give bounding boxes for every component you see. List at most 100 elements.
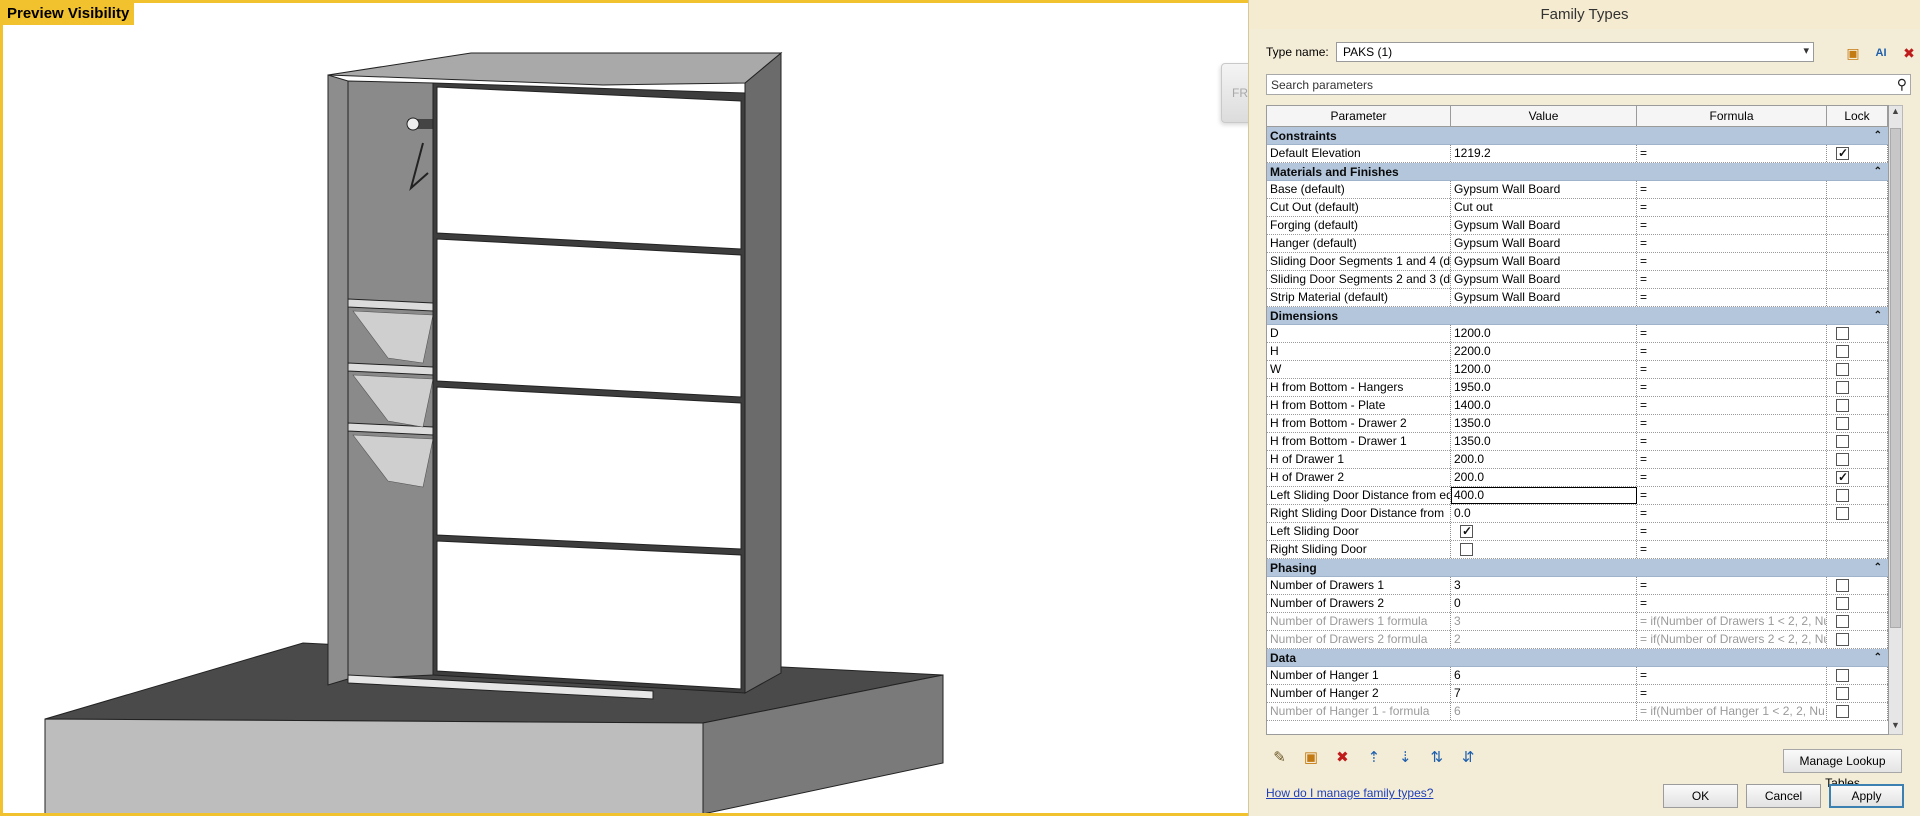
lock-checkbox[interactable] [1836, 381, 1849, 394]
parameter-formula[interactable]: = [1637, 343, 1827, 360]
lock-checkbox[interactable] [1836, 327, 1849, 340]
parameter-value[interactable]: 3 [1451, 613, 1637, 630]
table-row[interactable]: Number of Drawers 2 formula 2 = if(Number … [1267, 631, 1888, 649]
table-row[interactable]: Strip Material (default) Gypsum Wall Boar… [1267, 289, 1888, 307]
scroll-up-icon[interactable]: ▲ [1889, 106, 1902, 120]
parameter-formula[interactable]: = [1637, 289, 1827, 306]
parameter-formula[interactable]: = [1637, 667, 1827, 684]
parameter-formula[interactable]: = [1637, 199, 1827, 216]
parameter-value[interactable]: 1950.0 [1451, 379, 1637, 396]
new-type-icon[interactable]: ▣ [1842, 42, 1864, 64]
lock-checkbox[interactable] [1836, 597, 1849, 610]
table-row[interactable]: H from Bottom - Hangers 1950.0 = [1267, 379, 1888, 397]
parameter-formula[interactable]: = [1637, 685, 1827, 702]
lock-checkbox[interactable] [1836, 579, 1849, 592]
collapse-icon[interactable]: ⌃ [1874, 163, 1882, 181]
collapse-icon[interactable]: ⌃ [1874, 559, 1882, 577]
column-header-formula[interactable]: Formula [1637, 106, 1827, 126]
table-row[interactable]: Left Sliding Door = [1267, 523, 1888, 541]
parameter-value[interactable]: 1400.0 [1451, 397, 1637, 414]
scrollbar-thumb[interactable] [1890, 128, 1901, 628]
parameter-formula[interactable]: = [1637, 397, 1827, 414]
parameter-formula[interactable]: = [1637, 181, 1827, 198]
rename-type-icon[interactable]: AI [1870, 42, 1892, 64]
table-row[interactable]: Hanger (default) Gypsum Wall Board = [1267, 235, 1888, 253]
edit-parameter-icon[interactable]: ✎ [1266, 748, 1293, 766]
lock-checkbox[interactable] [1836, 633, 1849, 646]
delete-parameter-icon[interactable]: ✖ [1329, 748, 1356, 766]
table-row[interactable]: H of Drawer 1 200.0 = [1267, 451, 1888, 469]
delete-type-icon[interactable]: ✖ [1898, 42, 1920, 64]
table-row[interactable]: H from Bottom - Drawer 1 1350.0 = [1267, 433, 1888, 451]
parameter-formula[interactable]: = [1637, 379, 1827, 396]
viewcube[interactable]: FRO [1221, 63, 1248, 123]
parameter-formula[interactable]: = if(Number of Drawers 1 < 2, 2, Nu [1637, 613, 1827, 630]
table-row[interactable]: W 1200.0 = [1267, 361, 1888, 379]
search-parameters-input[interactable]: Search parameters ⚲ [1266, 74, 1911, 95]
parameter-formula[interactable]: = [1637, 415, 1827, 432]
parameter-formula[interactable]: = [1637, 505, 1827, 522]
cancel-button[interactable]: Cancel [1746, 784, 1821, 808]
parameter-value[interactable]: 6 [1451, 703, 1637, 720]
table-row[interactable]: H from Bottom - Plate 1400.0 = [1267, 397, 1888, 415]
group-header[interactable]: Materials and Finishes ⌃ [1267, 163, 1888, 181]
group-header[interactable]: Dimensions ⌃ [1267, 307, 1888, 325]
table-row[interactable]: Number of Hanger 1 6 = [1267, 667, 1888, 685]
parameter-formula[interactable]: = [1637, 325, 1827, 342]
group-header[interactable]: Constraints ⌃ [1267, 127, 1888, 145]
parameter-value[interactable]: 0 [1451, 595, 1637, 612]
parameter-value[interactable]: 6 [1451, 667, 1637, 684]
type-name-select[interactable]: PAKS (1) ▾ [1336, 42, 1814, 62]
manage-lookup-tables-button[interactable]: Manage Lookup Tables [1783, 749, 1902, 790]
preview-pane[interactable]: Preview Visibility FR [0, 0, 1250, 816]
parameter-value[interactable]: 1350.0 [1451, 433, 1637, 450]
parameter-value[interactable]: 2 [1451, 631, 1637, 648]
sort-ascending-icon[interactable]: ⇅ [1423, 748, 1450, 766]
table-row[interactable]: Number of Drawers 2 0 = [1267, 595, 1888, 613]
parameter-formula[interactable]: = [1637, 577, 1827, 594]
collapse-icon[interactable]: ⌃ [1874, 649, 1882, 667]
lock-checkbox[interactable] [1836, 669, 1849, 682]
parameter-value[interactable]: 200.0 [1451, 451, 1637, 468]
table-row[interactable]: Number of Hanger 2 7 = [1267, 685, 1888, 703]
parameter-value[interactable]: 3 [1451, 577, 1637, 594]
lock-checkbox[interactable] [1836, 687, 1849, 700]
lock-checkbox[interactable] [1836, 435, 1849, 448]
parameter-value[interactable]: Gypsum Wall Board [1451, 181, 1637, 198]
parameter-value[interactable]: 200.0 [1451, 469, 1637, 486]
parameter-formula[interactable]: = [1637, 595, 1827, 612]
column-header-parameter[interactable]: Parameter [1267, 106, 1451, 126]
move-down-icon[interactable]: ⇣ [1392, 748, 1419, 766]
parameter-value[interactable] [1451, 523, 1637, 540]
parameter-value[interactable]: Cut out [1451, 199, 1637, 216]
group-header[interactable]: Data ⌃ [1267, 649, 1888, 667]
apply-button[interactable]: Apply [1829, 784, 1904, 808]
table-row[interactable]: Right Sliding Door = [1267, 541, 1888, 559]
lock-checkbox[interactable] [1836, 363, 1849, 376]
parameter-value[interactable] [1451, 541, 1637, 558]
parameter-formula[interactable]: = [1637, 235, 1827, 252]
parameter-value[interactable]: 7 [1451, 685, 1637, 702]
collapse-icon[interactable]: ⌃ [1874, 127, 1882, 145]
parameter-value[interactable]: 1200.0 [1451, 325, 1637, 342]
preview-visibility-label[interactable]: Preview Visibility [3, 3, 135, 25]
table-row[interactable]: Number of Drawers 1 3 = [1267, 577, 1888, 595]
table-row[interactable]: Sliding Door Segments 1 and 4 (de Gypsum … [1267, 253, 1888, 271]
table-row[interactable]: Base (default) Gypsum Wall Board = [1267, 181, 1888, 199]
value-checkbox[interactable] [1460, 523, 1473, 540]
search-icon[interactable]: ⚲ [1897, 76, 1907, 93]
value-checkbox[interactable] [1460, 543, 1473, 556]
new-parameter-icon[interactable]: ▣ [1297, 748, 1324, 766]
lock-checkbox[interactable] [1836, 417, 1849, 430]
parameter-formula[interactable]: = [1637, 541, 1827, 558]
parameter-value[interactable]: Gypsum Wall Board [1451, 217, 1637, 234]
parameter-value[interactable]: Gypsum Wall Board [1451, 253, 1637, 270]
table-row[interactable]: Number of Drawers 1 formula 3 = if(Number … [1267, 613, 1888, 631]
table-scrollbar[interactable]: ▲ ▼ [1889, 105, 1903, 735]
help-link[interactable]: How do I manage family types? [1266, 786, 1433, 800]
lock-checkbox[interactable] [1836, 507, 1849, 520]
lock-checkbox[interactable] [1836, 489, 1849, 502]
parameter-formula[interactable]: = [1637, 487, 1827, 504]
parameters-table[interactable]: Parameter Value Formula Lock Constraints… [1266, 105, 1889, 735]
table-row[interactable]: H 2200.0 = [1267, 343, 1888, 361]
